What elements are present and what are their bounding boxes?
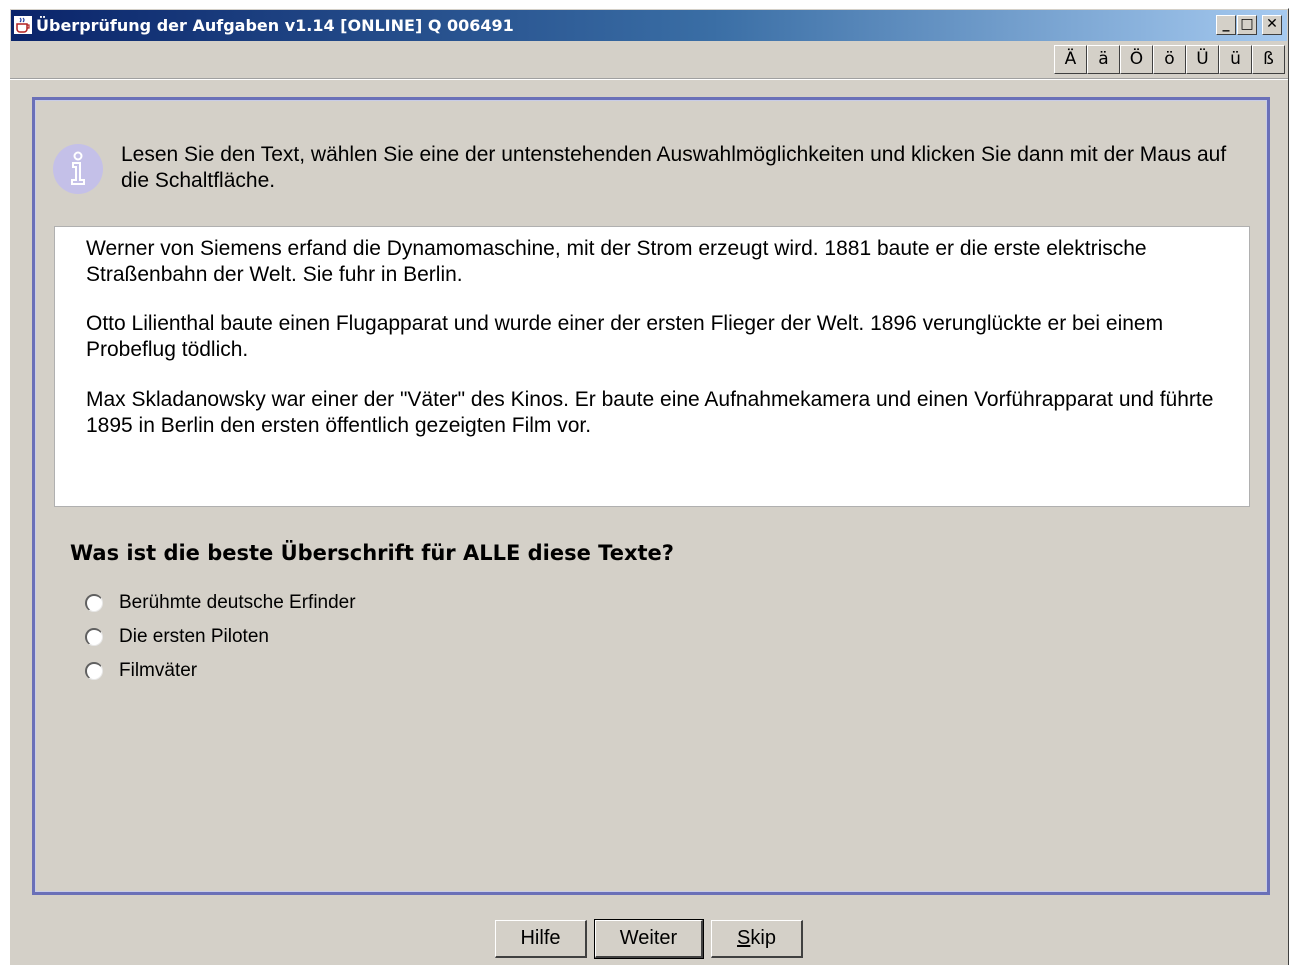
skip-label: kip <box>750 927 776 949</box>
radio-button[interactable] <box>85 628 103 646</box>
toolbar-divider <box>10 78 1288 80</box>
java-cup-icon <box>14 16 32 34</box>
minimize-icon: _ <box>1222 16 1230 32</box>
radio-button[interactable] <box>85 662 103 680</box>
close-button[interactable]: ✕ <box>1262 15 1282 35</box>
task-panel: Lesen Sie den Text, wählen Sie eine der … <box>32 97 1270 895</box>
close-icon: ✕ <box>1266 16 1278 32</box>
skip-button[interactable]: Skip <box>711 920 803 958</box>
answer-option[interactable]: Die ersten Piloten <box>85 624 269 650</box>
help-button[interactable]: Hilfe <box>495 920 587 958</box>
title-bar[interactable]: Überprüfung der Aufgaben v1.14 [ONLINE] … <box>11 10 1287 41</box>
umlaut-button-u-uml[interactable]: ü <box>1219 45 1252 74</box>
reading-passage: Werner von Siemens erfand die Dynamomasc… <box>54 226 1250 507</box>
radio-button[interactable] <box>85 594 103 612</box>
umlaut-button-eszett[interactable]: ß <box>1252 45 1285 74</box>
passage-paragraph: Otto Lilienthal baute einen Flugapparat … <box>86 312 1164 361</box>
umlaut-button-a-uml[interactable]: ä <box>1087 45 1120 74</box>
maximize-button[interactable]: □ <box>1237 15 1257 35</box>
question-text: Was ist die beste Überschrift für ALLE d… <box>70 541 674 565</box>
answer-option[interactable]: Berühmte deutsche Erfinder <box>85 590 356 616</box>
minimize-button[interactable]: _ <box>1216 15 1236 35</box>
maximize-icon: □ <box>1240 16 1254 32</box>
app-window: Überprüfung der Aufgaben v1.14 [ONLINE] … <box>9 8 1289 965</box>
answer-option[interactable]: Filmväter <box>85 658 197 684</box>
umlaut-toolbar: Ä ä Ö ö Ü ü ß <box>1054 45 1285 74</box>
answer-option-label[interactable]: Filmväter <box>119 660 197 682</box>
answer-option-label[interactable]: Die ersten Piloten <box>119 626 269 648</box>
umlaut-button-o-uml[interactable]: ö <box>1153 45 1186 74</box>
umlaut-button-O-uml[interactable]: Ö <box>1120 45 1153 74</box>
answer-option-label[interactable]: Berühmte deutsche Erfinder <box>119 592 356 614</box>
umlaut-button-A-uml[interactable]: Ä <box>1054 45 1087 74</box>
passage-paragraph: Werner von Siemens erfand die Dynamomasc… <box>86 237 1147 286</box>
skip-mnemonic: S <box>737 927 751 949</box>
window-title: Überprüfung der Aufgaben v1.14 [ONLINE] … <box>36 16 514 35</box>
umlaut-button-U-uml[interactable]: Ü <box>1186 45 1219 74</box>
passage-paragraph: Max Skladanowsky war einer der "Väter" d… <box>86 388 1214 437</box>
info-icon <box>53 144 103 194</box>
next-button[interactable]: Weiter <box>594 919 704 959</box>
instruction-text: Lesen Sie den Text, wählen Sie eine der … <box>121 143 1227 192</box>
